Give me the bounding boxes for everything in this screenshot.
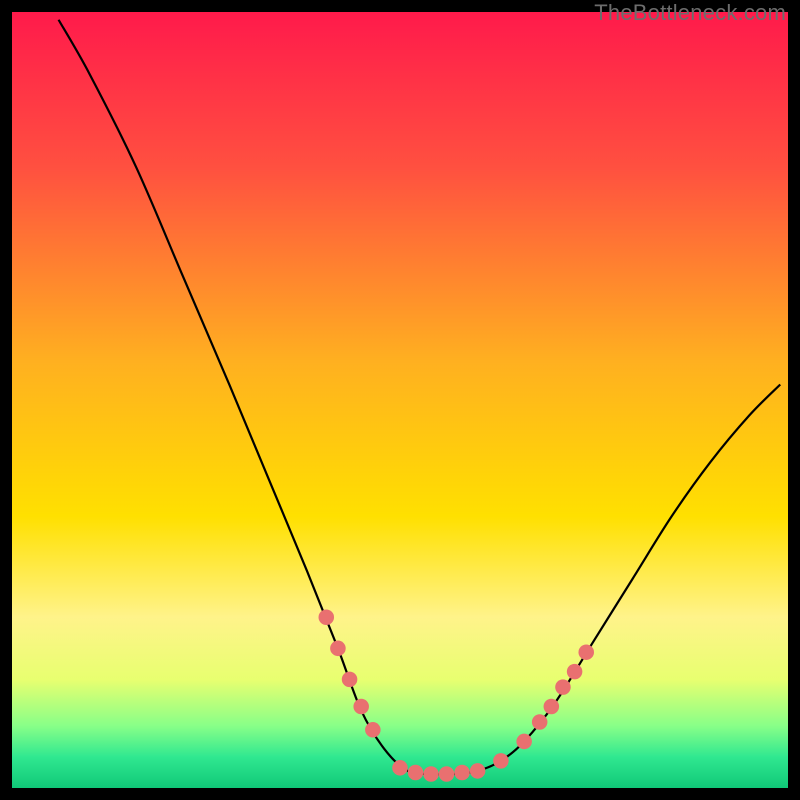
data-marker	[454, 765, 470, 781]
bottleneck-chart	[12, 12, 788, 788]
data-marker	[470, 763, 486, 779]
data-marker	[392, 760, 408, 776]
data-marker	[319, 610, 335, 626]
data-marker	[555, 679, 571, 695]
data-marker	[423, 766, 439, 782]
chart-background	[12, 12, 788, 788]
data-marker	[408, 765, 424, 781]
data-marker	[567, 664, 583, 680]
data-marker	[353, 699, 369, 715]
data-marker	[330, 641, 346, 657]
data-marker	[439, 766, 455, 782]
data-marker	[365, 722, 381, 738]
data-marker	[544, 699, 560, 715]
data-marker	[516, 734, 532, 750]
data-marker	[578, 644, 594, 660]
watermark-text: TheBottleneck.com	[594, 0, 786, 26]
data-marker	[493, 753, 509, 769]
data-marker	[342, 672, 358, 688]
data-marker	[532, 714, 548, 730]
